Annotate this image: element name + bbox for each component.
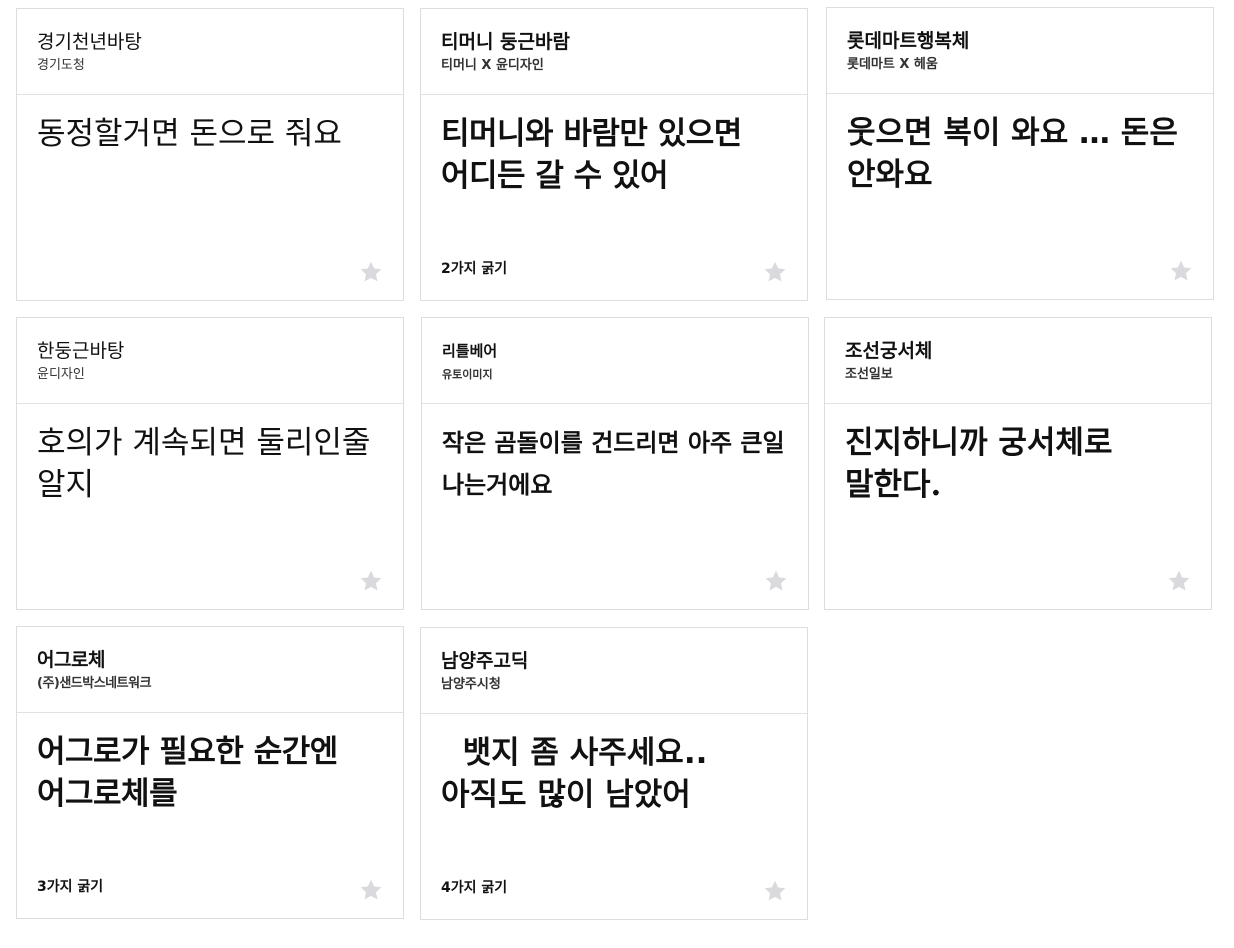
font-sample-text: 뱃지 좀 사주세요.. 아직도 많이 남았어 (441, 735, 719, 813)
weight-count: 3가지 굵기 (37, 879, 104, 895)
font-card-header: 티머니 둥근바람 티머니 X 윤디자인 (421, 9, 807, 95)
font-sample-text: 웃으면 복이 와요 … 돈은 안와요 (847, 115, 1178, 193)
weight-count: 4가지 굵기 (441, 880, 508, 896)
font-card[interactable]: 롯데마트행복체 롯데마트 X 헤움 웃으면 복이 와요 … 돈은 안와요 (826, 7, 1214, 300)
font-card-body: 어그로가 필요한 순간엔 어그로체를 (17, 713, 403, 815)
font-card-body: 티머니와 바람만 있으면 어디든 갈 수 있어 (421, 95, 807, 197)
font-card[interactable]: 한둥근바탕 윤디자인 호의가 계속되면 둘리인줄 알지 (16, 317, 404, 610)
font-sample-text: 호의가 계속되면 둘리인줄 알지 (37, 425, 371, 503)
font-name: 경기천년바탕 (37, 31, 142, 53)
font-card[interactable]: 어그로체 (주)샌드박스네트워크 어그로가 필요한 순간엔 어그로체를 3가지 … (16, 626, 404, 919)
font-card-header: 한둥근바탕 윤디자인 (17, 318, 403, 404)
star-icon[interactable] (359, 569, 383, 593)
star-icon[interactable] (763, 879, 787, 903)
font-card-header: 리틀베어 유토이미지 (422, 318, 808, 404)
font-name: 리틀베어 (442, 342, 498, 360)
star-icon[interactable] (763, 260, 787, 284)
font-card[interactable]: 티머니 둥근바람 티머니 X 윤디자인 티머니와 바람만 있으면 어디든 갈 수… (420, 8, 808, 301)
font-card[interactable]: 경기천년바탕 경기도청 동정할거면 돈으로 줘요 (16, 8, 404, 301)
font-card-body: 진지하니까 궁서체로 말한다. (825, 404, 1211, 506)
font-maker: 조선일보 (845, 367, 893, 382)
font-card-body: 호의가 계속되면 둘리인줄 알지 (17, 404, 403, 506)
font-sample-text: 어그로가 필요한 순간엔 어그로체를 (37, 734, 338, 812)
font-maker: 롯데마트 X 헤움 (847, 57, 938, 72)
font-card[interactable]: 조선궁서체 조선일보 진지하니까 궁서체로 말한다. (824, 317, 1212, 610)
font-card-header: 남양주고딕 남양주시청 (421, 628, 807, 714)
font-name: 조선궁서체 (845, 340, 933, 362)
font-maker: (주)샌드박스네트워크 (37, 676, 152, 691)
font-card[interactable]: 남양주고딕 남양주시청 뱃지 좀 사주세요.. 아직도 많이 남았어 4가지 굵… (420, 627, 808, 920)
font-card-body: 웃으면 복이 와요 … 돈은 안와요 (827, 94, 1213, 196)
font-name: 남양주고딕 (441, 650, 529, 672)
font-name: 한둥근바탕 (37, 340, 125, 362)
font-sample-text: 작은 곰돌이를 건드리면 아주 큰일 나는거에요 (442, 429, 785, 499)
font-card-body: 작은 곰돌이를 건드리면 아주 큰일 나는거에요 (422, 404, 808, 506)
font-maker: 윤디자인 (37, 367, 85, 382)
font-maker: 티머니 X 윤디자인 (441, 58, 544, 73)
font-card-body: 뱃지 좀 사주세요.. 아직도 많이 남았어 (421, 714, 807, 816)
font-maker: 경기도청 (37, 58, 85, 73)
star-icon[interactable] (359, 260, 383, 284)
star-icon[interactable] (1167, 569, 1191, 593)
font-card[interactable]: 리틀베어 유토이미지 작은 곰돌이를 건드리면 아주 큰일 나는거에요 (421, 317, 809, 610)
font-card-header: 경기천년바탕 경기도청 (17, 9, 403, 95)
star-icon[interactable] (1169, 259, 1193, 283)
font-sample-text: 티머니와 바람만 있으면 어디든 갈 수 있어 (441, 116, 742, 194)
star-icon[interactable] (764, 569, 788, 593)
font-sample-text: 진지하니까 궁서체로 말한다. (845, 425, 1113, 503)
font-sample-text: 동정할거면 돈으로 줘요 (37, 116, 342, 152)
star-icon[interactable] (359, 878, 383, 902)
font-card-body: 동정할거면 돈으로 줘요 (17, 95, 403, 155)
font-maker: 남양주시청 (441, 677, 501, 692)
font-name: 어그로체 (37, 649, 105, 671)
font-card-header: 롯데마트행복체 롯데마트 X 헤움 (827, 8, 1213, 94)
font-card-header: 어그로체 (주)샌드박스네트워크 (17, 627, 403, 713)
font-name: 티머니 둥근바람 (441, 31, 570, 53)
font-card-header: 조선궁서체 조선일보 (825, 318, 1211, 404)
font-name: 롯데마트행복체 (847, 30, 970, 52)
font-maker: 유토이미지 (442, 368, 493, 381)
weight-count: 2가지 굵기 (441, 261, 508, 277)
